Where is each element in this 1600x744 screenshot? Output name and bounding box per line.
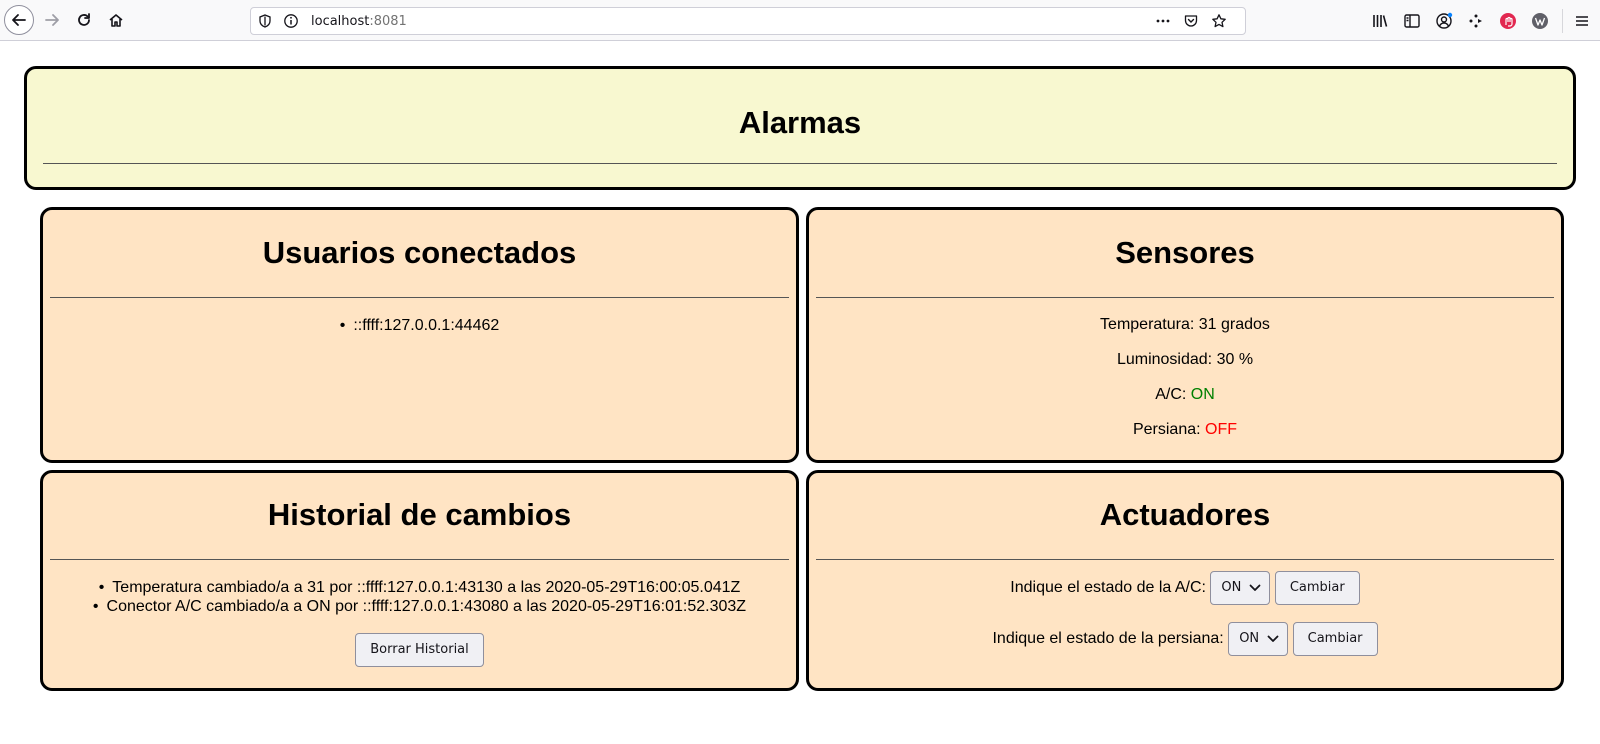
site-info-icon[interactable] <box>283 13 299 29</box>
url-bar[interactable]: localhost:8081 <box>250 7 1246 35</box>
usuarios-list: ::ffff:127.0.0.1:44462 <box>43 316 796 335</box>
url-host: localhost <box>311 14 370 29</box>
historial-item: Conector A/C cambiado/a a ON por ::ffff:… <box>43 597 796 616</box>
ac-state-selected: ON <box>1221 580 1242 595</box>
home-button[interactable] <box>101 5 131 35</box>
usuarios-panel: Usuarios conectados ::ffff:127.0.0.1:444… <box>40 207 799 463</box>
persiana-prompt-label: Indique el estado de la persiana: <box>992 630 1224 647</box>
persiana-status-value: OFF <box>1205 421 1238 438</box>
chevron-down-icon <box>1267 635 1279 642</box>
persiana-control-row: Indique el estado de la persiana: ON Cam… <box>809 622 1561 656</box>
luminosidad-row: Luminosidad: 30 % <box>809 351 1561 369</box>
forward-arrow-icon <box>45 14 59 26</box>
account-icon[interactable] <box>1435 12 1453 30</box>
persiana-status-label: Persiana: <box>1132 421 1201 438</box>
usuarios-title: Usuarios conectados <box>262 235 577 270</box>
page-actions-icon[interactable] <box>1155 13 1171 29</box>
historial-panel: Historial de cambios Temperatura cambiad… <box>40 470 799 691</box>
ac-cambiar-button[interactable]: Cambiar <box>1274 571 1360 605</box>
historial-title: Historial de cambios <box>267 497 572 532</box>
reload-icon <box>78 13 90 26</box>
historial-actions: Borrar Historial <box>43 633 796 667</box>
usuario-item: ::ffff:127.0.0.1:44462 <box>43 316 796 335</box>
url-port: :8081 <box>369 14 407 29</box>
sensores-panel: Sensores Temperatura: 31 grados Luminosi… <box>806 207 1564 463</box>
historial-item: Temperatura cambiado/a a 31 por ::ffff:1… <box>43 578 796 597</box>
persiana-status-row: Persiana: OFF <box>809 421 1561 439</box>
historial-list: Temperatura cambiado/a a 31 por ::ffff:1… <box>43 578 796 616</box>
actuadores-divider <box>816 559 1554 560</box>
chevron-down-icon <box>1249 584 1261 591</box>
browser-toolbar: localhost:8081 <box>0 0 1600 41</box>
pocket-icon[interactable] <box>1183 13 1199 29</box>
hamburger-menu-icon[interactable] <box>1573 12 1591 30</box>
ac-control-row: Indique el estado de la A/C: ON Cambiar <box>809 571 1561 605</box>
alarmas-panel: Alarmas <box>24 66 1576 190</box>
historial-divider <box>50 559 789 560</box>
back-button[interactable] <box>4 5 34 35</box>
red-extension-icon[interactable] <box>1499 12 1517 30</box>
sidebar-icon[interactable] <box>1403 12 1421 30</box>
actuadores-panel: Actuadores Indique el estado de la A/C: … <box>806 470 1564 691</box>
luminosidad-label: Luminosidad: <box>1116 351 1213 368</box>
alarmas-title: Alarmas <box>738 105 862 140</box>
ac-status-value: ON <box>1190 386 1215 403</box>
wordpress-icon[interactable] <box>1531 12 1549 30</box>
borrar-historial-button[interactable]: Borrar Historial <box>355 633 484 667</box>
luminosidad-value: 30 % <box>1216 351 1254 368</box>
persiana-state-selected: ON <box>1239 631 1260 646</box>
reload-button[interactable] <box>69 5 99 35</box>
ac-status-label: A/C: <box>1155 386 1187 403</box>
home-icon <box>109 14 123 27</box>
back-arrow-icon <box>12 14 26 26</box>
persiana-cambiar-button[interactable]: Cambiar <box>1292 622 1378 656</box>
bookmark-star-icon[interactable] <box>1211 13 1227 29</box>
temperatura-row: Temperatura: 31 grados <box>809 316 1561 334</box>
usuarios-divider <box>50 297 789 298</box>
alarmas-divider <box>43 163 1557 164</box>
temperatura-value: 31 grados <box>1198 316 1270 333</box>
sensores-title: Sensores <box>1115 235 1255 270</box>
library-icon[interactable] <box>1371 12 1389 30</box>
persiana-state-select[interactable]: ON <box>1228 622 1289 656</box>
ac-status-row: A/C: ON <box>809 386 1561 404</box>
temperatura-label: Temperatura: <box>1100 316 1195 333</box>
extension-dev-icon[interactable] <box>1467 12 1485 30</box>
forward-button[interactable] <box>37 5 67 35</box>
sensores-divider <box>816 297 1554 298</box>
toolbar-divider <box>1562 9 1563 33</box>
actuadores-title: Actuadores <box>1099 497 1271 532</box>
ac-state-select[interactable]: ON <box>1210 571 1271 605</box>
ac-prompt-label: Indique el estado de la A/C: <box>1010 579 1206 596</box>
url-text: localhost:8081 <box>311 14 407 29</box>
tracking-shield-icon[interactable] <box>257 13 273 29</box>
